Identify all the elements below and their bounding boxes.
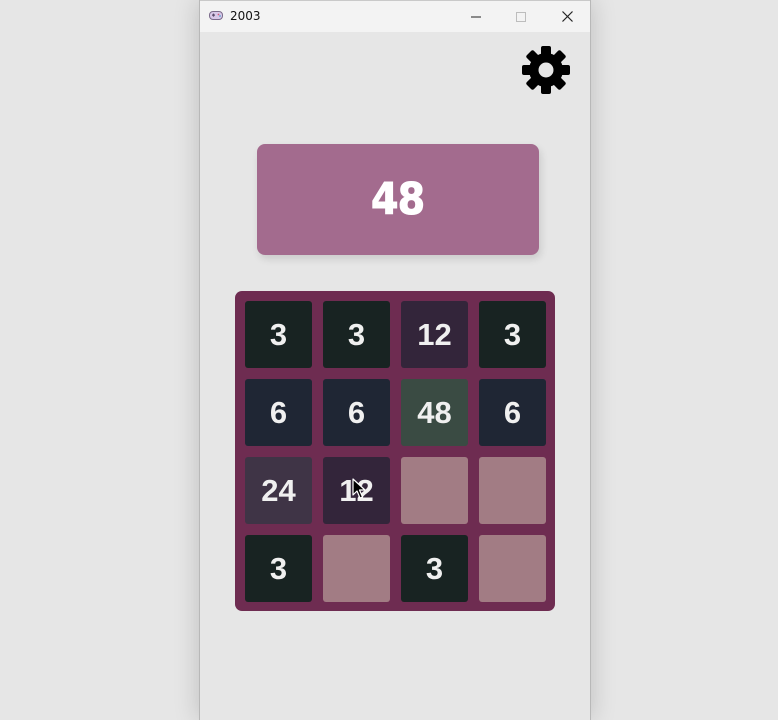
board-tile: 3 bbox=[245, 301, 312, 368]
empty-cell bbox=[479, 535, 546, 602]
maximize-button[interactable] bbox=[498, 1, 544, 32]
minimize-button[interactable] bbox=[453, 1, 499, 32]
window-title: 2003 bbox=[230, 9, 261, 23]
board-tile: 6 bbox=[323, 379, 390, 446]
board-tile: 3 bbox=[323, 301, 390, 368]
board-tile: 12 bbox=[401, 301, 468, 368]
board-tile: 12 bbox=[323, 457, 390, 524]
game-board[interactable]: 3 3 12 3 6 6 48 6 24 12 3 3 bbox=[235, 291, 555, 611]
board-tile: 3 bbox=[401, 535, 468, 602]
app-window: 2003 48 3 3 12 3 6 6 48 6 24 12 3 3 bbox=[199, 0, 591, 720]
empty-cell bbox=[401, 457, 468, 524]
settings-button[interactable] bbox=[520, 44, 572, 96]
gear-icon bbox=[522, 46, 570, 94]
score-value: 48 bbox=[371, 174, 426, 226]
close-button[interactable] bbox=[544, 1, 590, 32]
score-display: 48 bbox=[257, 144, 539, 255]
board-tile: 3 bbox=[245, 535, 312, 602]
empty-cell bbox=[479, 457, 546, 524]
maximize-icon bbox=[516, 11, 526, 22]
game-controller-icon bbox=[209, 11, 223, 20]
board-tile: 24 bbox=[245, 457, 312, 524]
board-tile: 6 bbox=[245, 379, 312, 446]
empty-cell bbox=[323, 535, 390, 602]
minimize-icon bbox=[471, 16, 481, 17]
board-tile: 3 bbox=[479, 301, 546, 368]
close-icon bbox=[561, 11, 573, 22]
board-tile: 6 bbox=[479, 379, 546, 446]
board-tile: 48 bbox=[401, 379, 468, 446]
title-bar[interactable]: 2003 bbox=[200, 0, 590, 32]
